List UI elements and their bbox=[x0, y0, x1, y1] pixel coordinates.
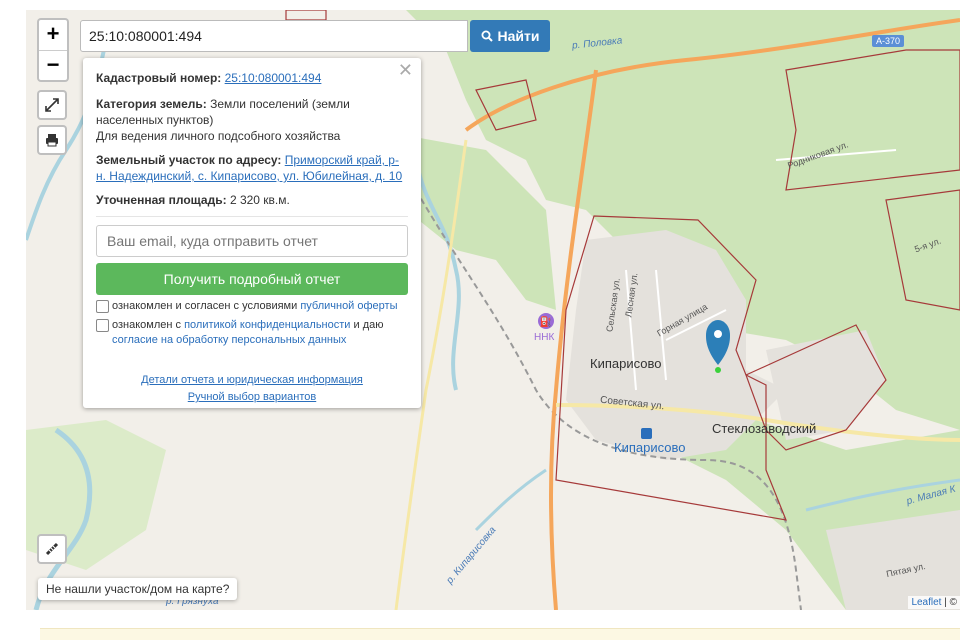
fullscreen-button[interactable] bbox=[37, 90, 67, 120]
place-label: Кипарисово bbox=[590, 356, 662, 371]
area-value: 2 320 кв.м. bbox=[229, 193, 290, 207]
manual-select-link[interactable]: Ручной выбор вариантов bbox=[188, 391, 316, 403]
river bbox=[474, 468, 547, 532]
print-button[interactable] bbox=[37, 125, 67, 155]
area-label: Уточненная площадь: bbox=[96, 193, 227, 207]
use-value: Для ведения личного подсобного хозяйства bbox=[96, 129, 341, 143]
area-row: Уточненная площадь: 2 320 кв.м. bbox=[96, 192, 408, 208]
cadastral-search-input[interactable] bbox=[80, 20, 468, 52]
personal-data-link[interactable]: согласие на обработку персональных данны… bbox=[112, 334, 346, 346]
train-station-icon bbox=[641, 428, 652, 439]
search-icon bbox=[481, 30, 493, 42]
address-label: Земельный участок по адресу: bbox=[96, 153, 282, 167]
search-button-label: Найти bbox=[497, 28, 540, 44]
consent-privacy: ознакомлен с политикой конфиденциальност… bbox=[96, 318, 408, 348]
station-label: Кипарисово bbox=[614, 440, 686, 455]
parcel-info-popup: ✕ Кадастровый номер: 25:10:080001:494 Ка… bbox=[83, 58, 421, 408]
cadastral-link[interactable]: 25:10:080001:494 bbox=[225, 71, 322, 85]
email-field[interactable] bbox=[96, 225, 408, 257]
get-report-button[interactable]: Получить подробный отчет bbox=[96, 263, 408, 295]
notice-bar bbox=[40, 628, 960, 640]
leaflet-link[interactable]: Leaflet bbox=[911, 597, 941, 608]
privacy-link[interactable]: политикой конфиденциальности bbox=[184, 319, 350, 331]
consent-text: ознакомлен и согласен с условиями bbox=[112, 300, 301, 312]
marker-point bbox=[715, 367, 721, 373]
measure-button[interactable] bbox=[37, 534, 67, 564]
category-label: Категория земель: bbox=[96, 97, 207, 111]
offer-checkbox[interactable] bbox=[96, 300, 109, 313]
zoom-control: + − bbox=[37, 18, 69, 82]
fuel-label: ННК bbox=[534, 332, 555, 343]
attribution: Leaflet | © bbox=[908, 596, 960, 609]
consent-offer: ознакомлен и согласен с условиями публич… bbox=[96, 299, 408, 314]
road-shield-label: А-370 bbox=[876, 36, 900, 46]
ruler-icon bbox=[45, 542, 59, 556]
svg-text:⛽: ⛽ bbox=[540, 315, 552, 328]
close-icon[interactable]: ✕ bbox=[398, 61, 413, 79]
zoom-in-button[interactable]: + bbox=[39, 20, 67, 51]
place-label: Стеклозаводский bbox=[712, 421, 817, 436]
address-row: Земельный участок по адресу: Приморский … bbox=[96, 152, 408, 184]
privacy-checkbox[interactable] bbox=[96, 319, 109, 332]
search-button[interactable]: Найти bbox=[470, 20, 550, 52]
popup-links: Детали отчета и юридическая информация Р… bbox=[96, 372, 408, 406]
parcel-boundary bbox=[285, 10, 327, 21]
consent-text: и даю bbox=[350, 319, 384, 331]
cadastral-row: Кадастровый номер: 25:10:080001:494 bbox=[96, 70, 408, 86]
attribution-sep: | © bbox=[941, 597, 957, 608]
cadastral-label: Кадастровый номер: bbox=[96, 71, 222, 85]
offer-link[interactable]: публичной оферты bbox=[300, 300, 397, 312]
zoom-out-button[interactable]: − bbox=[39, 51, 67, 81]
category-row: Категория земель: Земли поселений (земли… bbox=[96, 96, 408, 128]
consent-text: ознакомлен с bbox=[112, 319, 185, 331]
expand-icon bbox=[45, 98, 59, 112]
details-link[interactable]: Детали отчета и юридическая информация bbox=[141, 374, 363, 386]
printer-icon bbox=[46, 134, 58, 147]
not-found-button[interactable]: Не нашли участок/дом на карте? bbox=[38, 578, 238, 600]
